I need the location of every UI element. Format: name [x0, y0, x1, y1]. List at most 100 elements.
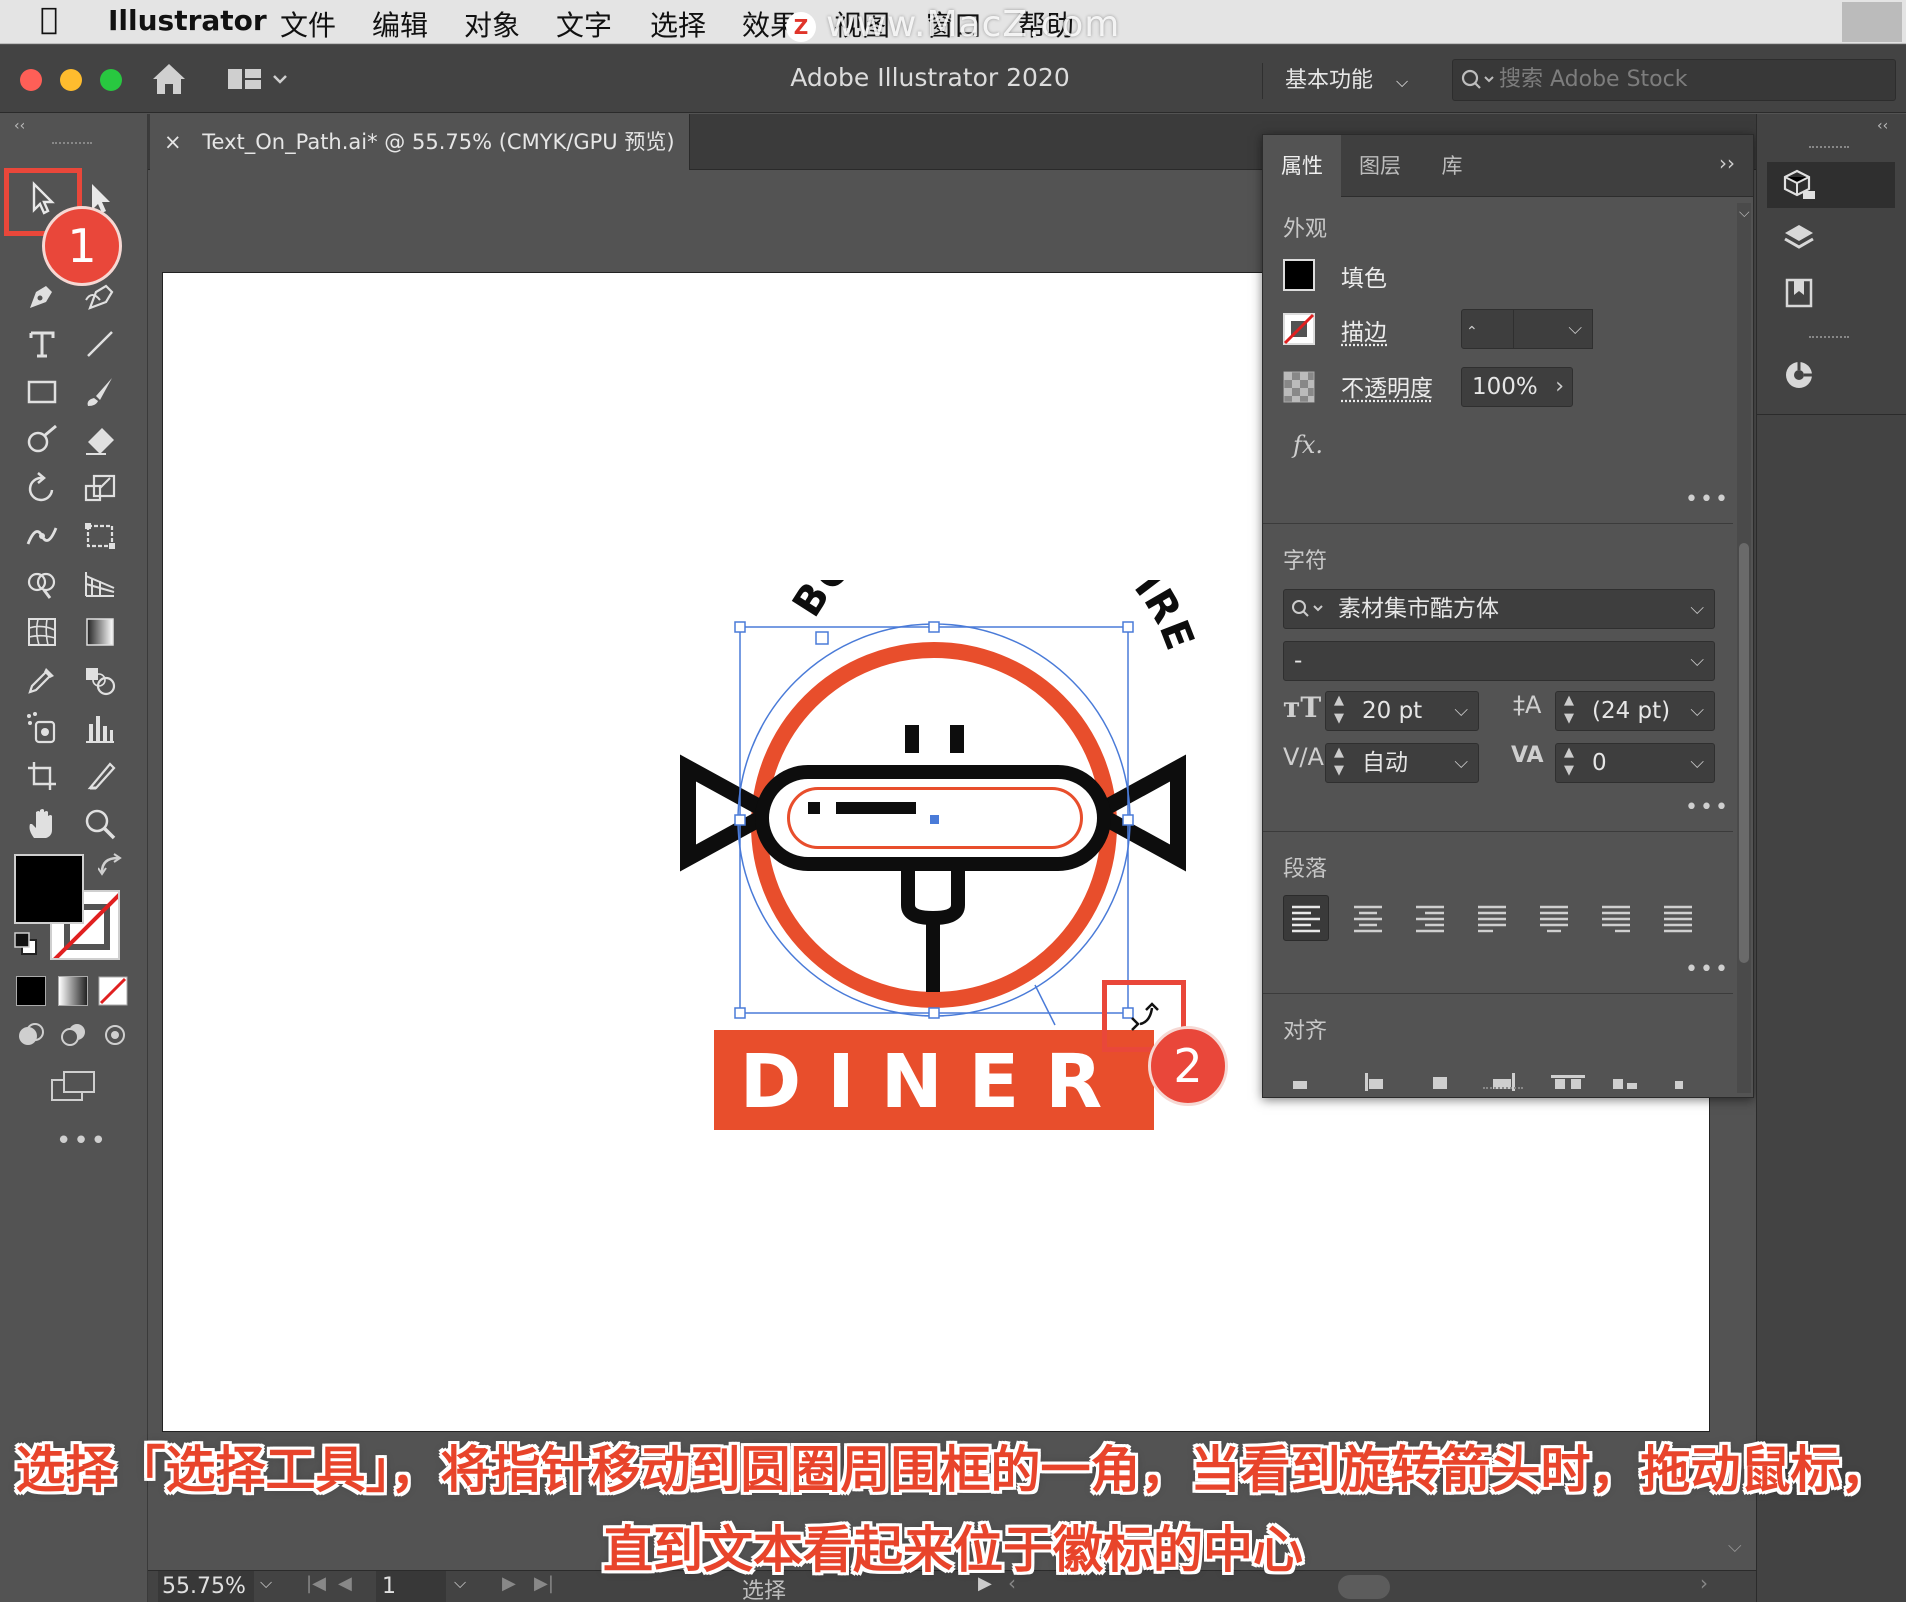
hand-tool[interactable] — [18, 802, 66, 846]
stroke-weight-dropdown[interactable]: ⌵ — [1513, 309, 1593, 349]
stepper-icon[interactable]: ▲ ▼ — [1564, 692, 1574, 728]
align-left-button[interactable] — [1283, 895, 1329, 941]
pen-tool[interactable] — [18, 274, 66, 318]
paragraph-more-icon[interactable]: ••• — [1685, 957, 1730, 982]
width-tool[interactable] — [18, 514, 66, 558]
dock-grip[interactable] — [1809, 146, 1849, 152]
close-tab-icon[interactable]: × — [164, 130, 182, 154]
stock-search-input[interactable]: 搜索 Adobe Stock — [1452, 59, 1896, 101]
stroke-label[interactable]: 描边 — [1341, 313, 1387, 347]
justify-all-button[interactable] — [1655, 895, 1701, 941]
home-icon[interactable] — [150, 61, 188, 97]
stroke-none-swatch[interactable] — [1283, 313, 1315, 345]
scale-tool[interactable] — [76, 466, 124, 510]
color-themes-dock-button[interactable] — [1767, 352, 1895, 398]
draw-inside-icon[interactable] — [100, 1020, 130, 1050]
path-start-bracket[interactable] — [815, 631, 829, 645]
perspective-grid-tool[interactable] — [76, 562, 124, 606]
blend-tool[interactable] — [76, 658, 124, 702]
stepper-icon[interactable]: ▲ ▼ — [1334, 744, 1344, 780]
rotate-tool[interactable] — [18, 466, 66, 510]
menu-app-name[interactable]: Illustrator — [108, 4, 267, 37]
screen-mode-icon[interactable] — [50, 1070, 96, 1104]
panel-scrollbar[interactable]: ⌵ — [1737, 203, 1751, 1093]
none-mode-button[interactable] — [98, 976, 128, 1006]
collapse-toolbar-icon[interactable]: ‹‹ — [14, 118, 25, 134]
symbol-sprayer-tool[interactable] — [18, 706, 66, 750]
gradient-tool[interactable] — [76, 610, 124, 654]
properties-dock-button[interactable] — [1767, 162, 1895, 208]
swap-fill-stroke-icon[interactable] — [98, 852, 128, 880]
menu-select[interactable]: 选择 — [650, 4, 706, 44]
opacity-field[interactable]: 100% › — [1461, 367, 1573, 407]
tab-layers[interactable]: 图层 — [1341, 135, 1419, 197]
fx-icon[interactable]: fx. — [1293, 431, 1323, 459]
character-more-icon[interactable]: ••• — [1685, 795, 1730, 820]
opacity-label[interactable]: 不透明度 — [1341, 369, 1433, 403]
artboard-tool[interactable] — [18, 754, 66, 798]
toolbar-grip[interactable] — [52, 142, 92, 148]
shaper-tool[interactable] — [18, 418, 66, 462]
rectangle-tool[interactable] — [18, 370, 66, 414]
appearance-more-icon[interactable]: ••• — [1685, 487, 1730, 512]
shape-builder-tool[interactable] — [18, 562, 66, 606]
edit-toolbar-icon[interactable]: ••• — [56, 1126, 108, 1156]
font-family-field[interactable]: 素材集市酷方体 ⌵ — [1283, 589, 1715, 629]
line-segment-tool[interactable] — [76, 322, 124, 366]
expand-dock-icon[interactable]: ‹‹ — [1877, 118, 1888, 134]
font-style-field[interactable]: - ⌵ — [1283, 641, 1715, 681]
kerning-field[interactable]: ▲ ▼ 自动 ⌵ — [1325, 743, 1479, 783]
panel-scroll-thumb[interactable] — [1739, 543, 1749, 963]
color-mode-button[interactable] — [16, 976, 46, 1006]
type-tool[interactable] — [18, 322, 66, 366]
menu-type[interactable]: 文字 — [556, 4, 612, 44]
arrange-documents-icon[interactable] — [228, 65, 292, 95]
draw-normal-icon[interactable] — [16, 1020, 46, 1050]
justify-left-button[interactable] — [1469, 895, 1515, 941]
align-center-button[interactable] — [1345, 895, 1391, 941]
minimize-window-button[interactable] — [60, 69, 82, 91]
workspace-switcher[interactable]: 基本功能 ⌵ — [1262, 63, 1422, 99]
paintbrush-tool[interactable] — [76, 370, 124, 414]
eyedropper-tool[interactable] — [18, 658, 66, 702]
eraser-tool[interactable] — [76, 418, 124, 462]
scroll-up-icon[interactable]: ⌵ — [1739, 205, 1750, 221]
menu-object[interactable]: 对象 — [464, 4, 520, 44]
free-transform-tool[interactable] — [76, 514, 124, 558]
font-family-value: 素材集市酷方体 — [1338, 596, 1499, 622]
document-tab[interactable]: × Text_On_Path.ai* @ 55.75% (CMYK/GPU 预览… — [150, 114, 690, 170]
draw-behind-icon[interactable] — [58, 1020, 88, 1050]
mesh-tool[interactable] — [18, 610, 66, 654]
font-size-field[interactable]: ▲ ▼ 20 pt ⌵ — [1325, 691, 1479, 731]
menu-edit[interactable]: 编辑 — [372, 4, 428, 44]
gradient-mode-button[interactable] — [58, 976, 88, 1006]
layers-dock-button[interactable] — [1767, 216, 1895, 262]
fill-color-swatch[interactable] — [1283, 259, 1315, 291]
slice-tool[interactable] — [76, 754, 124, 798]
zoom-window-button[interactable] — [100, 69, 122, 91]
tab-properties[interactable]: 属性 — [1263, 135, 1341, 197]
close-window-button[interactable] — [20, 69, 42, 91]
column-graph-tool[interactable] — [76, 706, 124, 750]
apple-icon[interactable]:  — [40, 2, 58, 37]
chevron-right-icon[interactable]: › — [1555, 368, 1564, 406]
leading-value: (24 pt) — [1592, 698, 1671, 724]
zoom-tool[interactable] — [76, 802, 124, 846]
align-right-button[interactable] — [1407, 895, 1453, 941]
panel-collapse-icon[interactable]: ›› — [1719, 151, 1735, 175]
libraries-dock-button[interactable] — [1767, 270, 1895, 316]
dock-grip[interactable] — [1809, 336, 1849, 342]
tab-libraries[interactable]: 库 — [1419, 135, 1485, 197]
leading-field[interactable]: ▲ ▼ (24 pt) ⌵ — [1555, 691, 1715, 731]
menu-file[interactable]: 文件 — [280, 4, 336, 44]
default-fill-stroke-icon[interactable] — [12, 930, 40, 958]
justify-right-button[interactable] — [1593, 895, 1639, 941]
justify-left-icon — [1478, 905, 1506, 933]
kerning-value: 自动 — [1362, 750, 1408, 776]
panel-resize-grip[interactable] — [1483, 1087, 1523, 1095]
fill-swatch[interactable] — [14, 854, 84, 924]
justify-center-button[interactable] — [1531, 895, 1577, 941]
tracking-field[interactable]: ▲ ▼ 0 ⌵ — [1555, 743, 1715, 783]
stepper-icon[interactable]: ▲ ▼ — [1564, 744, 1574, 780]
stepper-icon[interactable]: ▲ ▼ — [1334, 692, 1344, 728]
